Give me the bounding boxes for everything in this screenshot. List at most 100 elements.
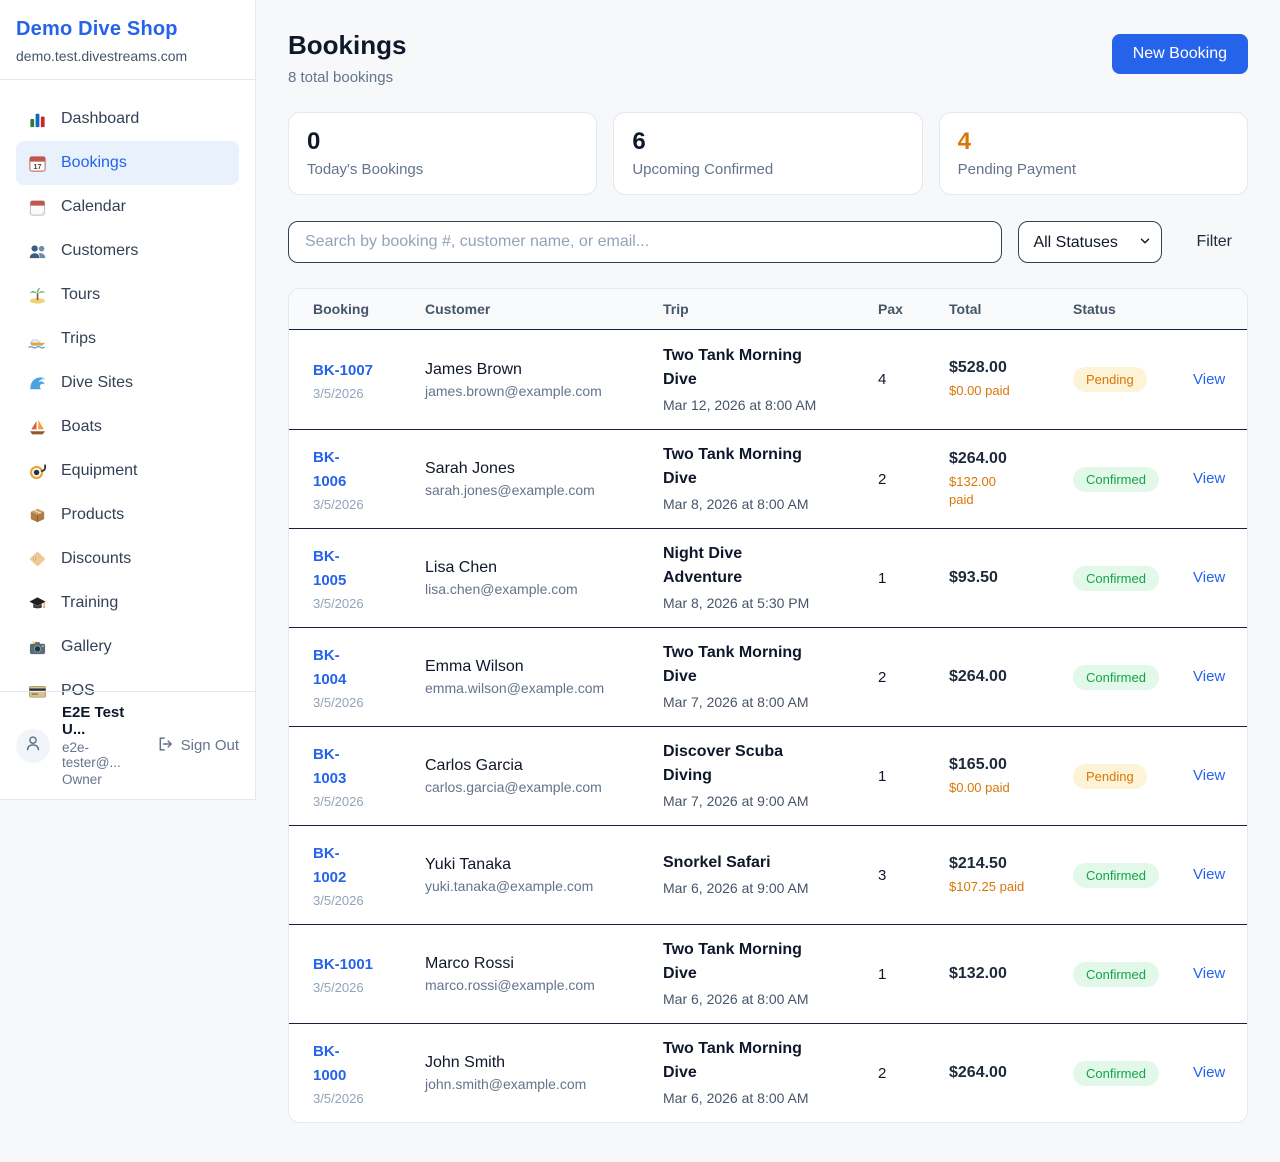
sidebar-item-label: Trips xyxy=(61,330,96,348)
customer-name: Sarah Jones xyxy=(425,460,663,478)
booking-id-link[interactable]: BK-1002 xyxy=(313,842,359,890)
trip-name: Two Tank Morning Dive xyxy=(663,443,815,491)
pax-count: 2 xyxy=(878,1065,949,1082)
booking-id-link[interactable]: BK-1007 xyxy=(313,359,425,383)
sidebar-item-discounts[interactable]: Discounts xyxy=(16,537,239,581)
page-title: Bookings xyxy=(288,30,406,61)
customer-name: John Smith xyxy=(425,1054,663,1072)
column-header-pax: Pax xyxy=(878,301,949,317)
sidebar-item-gallery[interactable]: Gallery xyxy=(16,625,239,669)
sidebar-item-equipment[interactable]: Equipment xyxy=(16,449,239,493)
stats-cards: 0 Today's Bookings 6 Upcoming Confirmed … xyxy=(288,112,1248,195)
view-link[interactable]: View xyxy=(1193,668,1225,685)
customers-icon xyxy=(28,242,47,261)
booking-date: 3/5/2026 xyxy=(313,794,425,809)
sidebar-item-boats[interactable]: Boats xyxy=(16,405,239,449)
sidebar-item-label: Discounts xyxy=(61,550,131,568)
customer-name: Lisa Chen xyxy=(425,559,663,577)
sidebar-item-label: Training xyxy=(61,594,118,612)
pax-count: 4 xyxy=(878,371,949,388)
search-input[interactable] xyxy=(288,221,1002,263)
view-link[interactable]: View xyxy=(1193,371,1225,388)
status-badge: Confirmed xyxy=(1073,962,1159,987)
view-link[interactable]: View xyxy=(1193,470,1225,487)
sidebar-item-dashboard[interactable]: Dashboard xyxy=(16,97,239,141)
sidebar-item-customers[interactable]: Customers xyxy=(16,229,239,273)
user-role: Owner xyxy=(62,772,144,787)
sidebar-item-trips[interactable]: Trips xyxy=(16,317,239,361)
pax-count: 2 xyxy=(878,669,949,686)
sidebar-item-calendar[interactable]: Calendar xyxy=(16,185,239,229)
sidebar-item-bookings[interactable]: 17 Bookings xyxy=(16,141,239,185)
gallery-camera-icon xyxy=(28,638,47,657)
booking-date: 3/5/2026 xyxy=(313,386,425,401)
booking-id-link[interactable]: BK-1001 xyxy=(313,953,425,977)
trip-name: Snorkel Safari xyxy=(663,851,815,875)
trips-speedboat-icon xyxy=(28,330,47,349)
total-amount: $214.50 xyxy=(949,855,1073,873)
status-badge: Pending xyxy=(1073,764,1147,789)
customer-name: Yuki Tanaka xyxy=(425,856,663,874)
new-booking-button[interactable]: New Booking xyxy=(1112,34,1248,74)
status-filter-select[interactable]: All Statuses xyxy=(1018,221,1162,263)
column-header-total: Total xyxy=(949,301,1073,317)
view-link[interactable]: View xyxy=(1193,569,1225,586)
booking-id-link[interactable]: BK-1006 xyxy=(313,446,359,494)
sidebar-item-label: Equipment xyxy=(61,462,138,480)
status-badge: Confirmed xyxy=(1073,665,1159,690)
avatar xyxy=(16,729,50,763)
table-row: BK-1001 3/5/2026 Marco Rossi marco.rossi… xyxy=(289,924,1247,1023)
sidebar-item-dive-sites[interactable]: Dive Sites xyxy=(16,361,239,405)
view-link[interactable]: View xyxy=(1193,1064,1225,1081)
total-amount: $93.50 xyxy=(949,569,1073,587)
booking-id-link[interactable]: BK-1004 xyxy=(313,644,359,692)
view-link[interactable]: View xyxy=(1193,965,1225,982)
sidebar-item-products[interactable]: Products xyxy=(16,493,239,537)
filter-button[interactable]: Filter xyxy=(1196,233,1232,251)
pax-count: 3 xyxy=(878,867,949,884)
stat-label: Today's Bookings xyxy=(307,161,578,178)
table-row: BK-1000 3/5/2026 John Smith john.smith@e… xyxy=(289,1023,1247,1122)
stat-card-todays-bookings: 0 Today's Bookings xyxy=(288,112,597,195)
sign-out-icon xyxy=(156,735,174,757)
products-box-icon xyxy=(28,506,47,525)
customer-name: Marco Rossi xyxy=(425,955,663,973)
paid-amount: $0.00 paid xyxy=(949,779,1073,797)
stat-card-pending-payment: 4 Pending Payment xyxy=(939,112,1248,195)
trip-name: Night Dive Adventure xyxy=(663,542,815,590)
status-badge: Confirmed xyxy=(1073,863,1159,888)
status-badge: Confirmed xyxy=(1073,566,1159,591)
booking-id-link[interactable]: BK-1005 xyxy=(313,545,359,593)
user-info: E2E Test U... e2e-tester@... Owner xyxy=(62,704,144,787)
sign-out-button[interactable]: Sign Out xyxy=(156,735,239,757)
main-content: Bookings 8 total bookings New Booking 0 … xyxy=(256,0,1280,1153)
trip-name: Two Tank Morning Dive xyxy=(663,938,815,986)
sidebar-item-label: Dashboard xyxy=(61,110,139,128)
view-link[interactable]: View xyxy=(1193,866,1225,883)
brand-title: Demo Dive Shop xyxy=(16,18,239,41)
customer-email: yuki.tanaka@example.com xyxy=(425,878,663,894)
sidebar-nav: Dashboard 17 Bookings Calendar Customers… xyxy=(0,80,255,713)
sidebar-user-section: E2E Test U... e2e-tester@... Owner Sign … xyxy=(0,691,255,799)
booking-id-link[interactable]: BK-1000 xyxy=(313,1040,359,1088)
booking-id-link[interactable]: BK-1003 xyxy=(313,743,359,791)
customer-name: Emma Wilson xyxy=(425,658,663,676)
table-row: BK-1005 3/5/2026 Lisa Chen lisa.chen@exa… xyxy=(289,528,1247,627)
page-subtitle: 8 total bookings xyxy=(288,69,406,86)
trip-datetime: Mar 7, 2026 at 9:00 AM xyxy=(663,791,878,812)
table-body: BK-1007 3/5/2026 James Brown james.brown… xyxy=(289,330,1247,1122)
total-amount: $132.00 xyxy=(949,965,1073,983)
trip-datetime: Mar 7, 2026 at 8:00 AM xyxy=(663,692,878,713)
customer-email: sarah.jones@example.com xyxy=(425,482,663,498)
customer-name: Carlos Garcia xyxy=(425,757,663,775)
person-icon xyxy=(23,733,43,758)
trip-datetime: Mar 6, 2026 at 8:00 AM xyxy=(663,989,878,1010)
sidebar-item-training[interactable]: Training xyxy=(16,581,239,625)
brand-domain: demo.test.divestreams.com xyxy=(16,48,239,64)
sidebar-item-tours[interactable]: Tours xyxy=(16,273,239,317)
sign-out-label: Sign Out xyxy=(181,737,239,754)
booking-date: 3/5/2026 xyxy=(313,980,425,995)
view-link[interactable]: View xyxy=(1193,767,1225,784)
status-filter: All Statuses xyxy=(1018,221,1162,263)
trip-name: Discover Scuba Diving xyxy=(663,740,815,788)
